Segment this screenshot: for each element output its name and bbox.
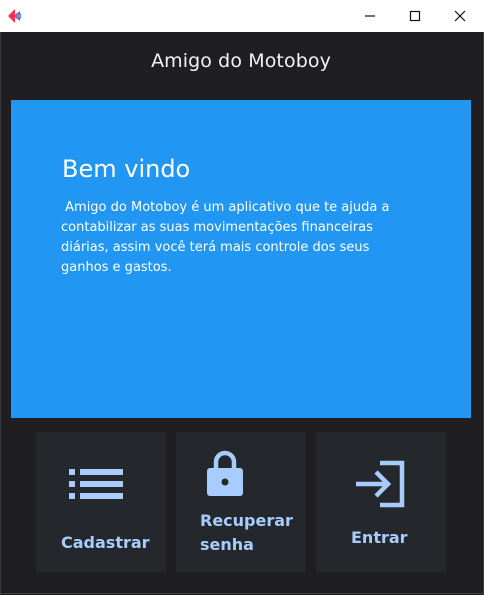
login-label: Entrar [351,528,408,547]
maximize-button[interactable] [392,0,438,32]
app-logo-icon [8,9,21,23]
window-titlebar [0,0,484,32]
close-icon [454,10,466,22]
app-title: Amigo do Motoboy [151,50,331,72]
register-button[interactable]: Cadastrar [36,432,166,572]
register-label: Cadastrar [61,533,150,552]
login-icon [356,460,405,508]
welcome-title: Bem vindo [62,155,191,183]
lock-icon [207,450,243,496]
maximize-icon [409,10,421,22]
welcome-card: Bem vindo Amigo do Motoboy é um aplicati… [11,100,471,418]
minimize-button[interactable] [347,0,393,32]
recover-password-label: Recuperar senha [200,511,293,554]
login-button[interactable]: Entrar [316,432,446,572]
list-icon [69,469,123,499]
recover-password-button[interactable]: Recuperar senha [176,432,306,572]
close-button[interactable] [437,0,483,32]
welcome-text: Amigo do Motoboy é um aplicativo que te … [61,200,394,275]
minimize-icon [365,15,375,17]
